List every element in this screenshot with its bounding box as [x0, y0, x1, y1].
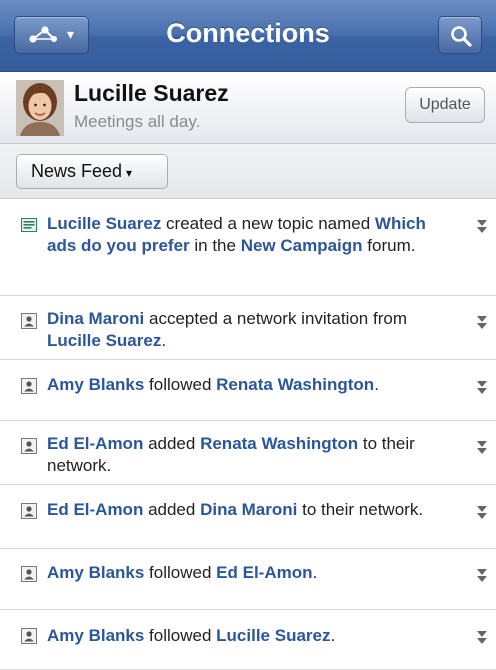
feed-link[interactable]: Lucille Suarez	[47, 214, 161, 233]
feed-link[interactable]: Dina Maroni	[200, 500, 297, 519]
person-icon	[21, 628, 37, 644]
feed-text-segment: in the	[189, 236, 241, 255]
feed-item[interactable]: Amy Blanks followed Lucille Suarez.	[0, 610, 496, 670]
feed-link[interactable]: Dina Maroni	[47, 309, 144, 328]
expand-icon[interactable]	[476, 629, 488, 647]
feed-link[interactable]: Ed El-Amon	[216, 563, 312, 582]
feed-text-segment: forum.	[362, 236, 416, 255]
feed-link[interactable]: Amy Blanks	[47, 563, 144, 582]
feed-item[interactable]: Ed El-Amon added Dina Maroni to their ne…	[0, 485, 496, 549]
avatar-photo	[16, 80, 64, 136]
feed-link[interactable]: Renata Washington	[200, 434, 358, 453]
person-icon	[21, 438, 37, 454]
chevron-down-icon: ▾	[126, 166, 133, 180]
expand-icon[interactable]	[476, 567, 488, 585]
feed-link[interactable]: Ed El-Amon	[47, 434, 143, 453]
profile-name[interactable]: Lucille Suarez	[74, 80, 229, 107]
feed-item[interactable]: Lucille Suarez created a new topic named…	[0, 199, 496, 296]
feed-text-segment: .	[312, 563, 318, 582]
expand-icon[interactable]	[476, 314, 488, 332]
feed-item-text: Amy Blanks followed Lucille Suarez.	[47, 625, 451, 647]
feed-item-text: Dina Maroni accepted a network invitatio…	[47, 308, 451, 352]
search-button[interactable]	[438, 16, 482, 54]
feed-text-segment: followed	[144, 563, 217, 582]
person-icon	[21, 503, 37, 519]
title-bar: ▾ Connections	[0, 0, 496, 72]
feed-toolbar: News Feed ▾	[0, 144, 496, 199]
feed-text-segment: .	[374, 375, 379, 394]
expand-icon[interactable]	[476, 504, 488, 522]
feed-text-segment: followed	[144, 626, 217, 645]
feed-item-text: Ed El-Amon added Renata Washington to th…	[47, 433, 451, 477]
expand-icon[interactable]	[476, 379, 488, 397]
feed-link[interactable]: Renata Washington	[216, 375, 374, 394]
profile-header: Lucille Suarez Meetings all day. Update	[0, 72, 496, 144]
feed-item[interactable]: Amy Blanks followed Ed El-Amon.	[0, 549, 496, 610]
feed-text-segment: .	[161, 331, 167, 350]
feed-link[interactable]: Lucille Suarez	[47, 331, 161, 350]
feed-item-text: Amy Blanks followed Ed El-Amon.	[47, 562, 451, 584]
feed-link[interactable]: New Campaign	[241, 236, 363, 255]
page-title: Connections	[166, 18, 330, 48]
feed-text-segment: accepted a network invitation from	[144, 309, 407, 328]
feed-text-segment: added	[143, 500, 201, 519]
feed-item-text: Lucille Suarez created a new topic named…	[47, 213, 451, 257]
update-status-button[interactable]: Update	[405, 87, 485, 123]
expand-icon[interactable]	[476, 218, 488, 236]
expand-icon[interactable]	[476, 439, 488, 457]
person-icon	[21, 566, 37, 582]
profile-status: Meetings all day.	[74, 112, 201, 131]
news-feed-list: Lucille Suarez created a new topic named…	[0, 199, 496, 670]
feed-link[interactable]: Ed El-Amon	[47, 500, 143, 519]
feed-text-segment: created a new topic named	[161, 214, 375, 233]
feed-item[interactable]: Ed El-Amon added Renata Washington to th…	[0, 421, 496, 485]
person-icon	[21, 313, 37, 329]
feed-link[interactable]: Amy Blanks	[47, 375, 144, 394]
feed-filter-dropdown[interactable]: News Feed ▾	[16, 154, 168, 189]
feed-item[interactable]: Amy Blanks followed Renata Washington.	[0, 360, 496, 421]
person-icon	[21, 378, 37, 394]
forum-topic-icon	[21, 218, 37, 232]
avatar[interactable]	[16, 80, 64, 136]
feed-text-segment: .	[330, 626, 336, 645]
feed-text-segment: added	[143, 434, 201, 453]
feed-item-text: Ed El-Amon added Dina Maroni to their ne…	[47, 499, 451, 521]
feed-text-segment: followed	[144, 375, 217, 394]
feed-item-text: Amy Blanks followed Renata Washington.	[47, 374, 451, 396]
search-icon	[451, 26, 472, 47]
feed-filter-label: News Feed	[31, 161, 123, 181]
feed-link[interactable]: Amy Blanks	[47, 626, 144, 645]
feed-text-segment: to their network.	[297, 500, 424, 519]
feed-item[interactable]: Dina Maroni accepted a network invitatio…	[0, 296, 496, 360]
feed-link[interactable]: Lucille Suarez	[216, 626, 330, 645]
